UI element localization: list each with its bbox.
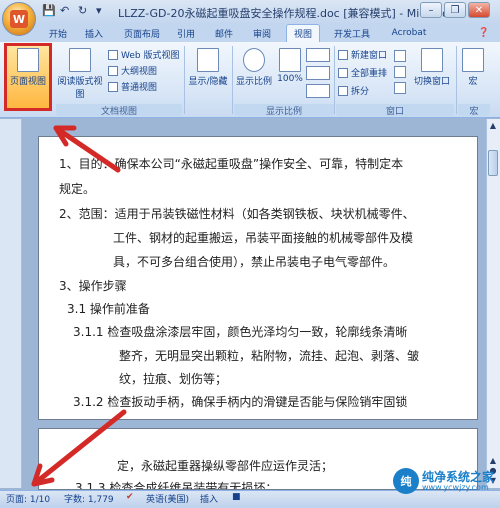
annotation-arrows xyxy=(31,125,127,487)
page-count-status[interactable]: 页面: 1/10 xyxy=(6,492,50,505)
arrow-to-print-layout xyxy=(53,125,121,173)
arrow-to-page-count xyxy=(31,409,127,487)
